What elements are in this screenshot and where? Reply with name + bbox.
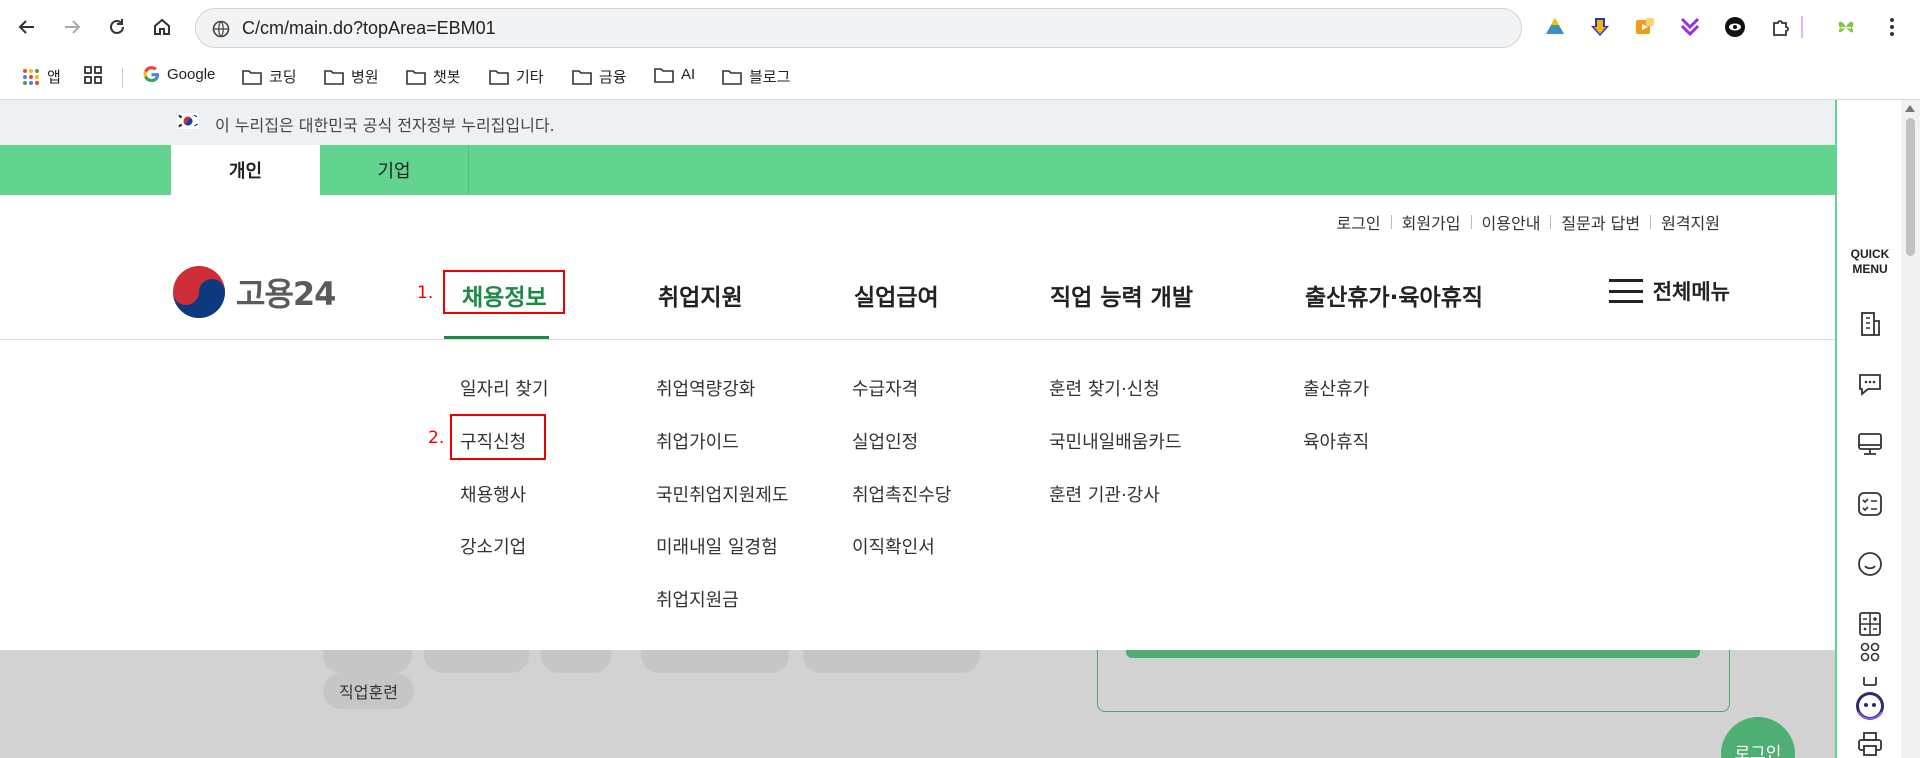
submenu-unemployment-cert[interactable]: 실업인정	[852, 428, 918, 454]
gnb-employment-support[interactable]: 취업지원	[658, 278, 743, 312]
quick-menu: QUICK MENU	[1835, 100, 1901, 758]
forward-icon[interactable]	[57, 12, 87, 42]
logo-text: 고용24	[236, 275, 336, 313]
tab-groups-icon[interactable]	[84, 66, 102, 84]
calculator-icon[interactable]	[1856, 610, 1884, 638]
all-menu-label: 전체메뉴	[1652, 280, 1730, 304]
purple-extension-icon[interactable]	[1677, 14, 1703, 40]
user-type-tabs: 개인 기업	[0, 145, 1835, 195]
reload-icon[interactable]	[102, 12, 132, 42]
bookmark-divider	[122, 68, 123, 88]
submenu-employment-guide[interactable]: 취업가이드	[656, 428, 739, 454]
quick-menu-title: QUICK MENU	[1850, 247, 1890, 276]
bookmark-folder-chatbot[interactable]: 챗봇	[406, 66, 461, 87]
submenu-eligibility[interactable]: 수급자격	[852, 375, 918, 401]
gov-banner-text: 이 누리집은 대한민국 공식 전자정부 누리집입니다.	[215, 116, 555, 135]
bookmark-folder-etc[interactable]: 기타	[489, 66, 544, 87]
bookmark-folder-coding[interactable]: 코딩	[242, 66, 297, 87]
page-scrollbar[interactable]	[1901, 100, 1920, 758]
submenu-job-search[interactable]: 일자리 찾기	[460, 375, 549, 401]
profile-avatar-icon[interactable]	[1833, 14, 1859, 40]
submenu-recruit-event[interactable]: 채용행사	[460, 481, 526, 507]
folder-icon	[324, 69, 344, 85]
submenu-small-giants[interactable]: 강소기업	[460, 533, 526, 559]
tab-company[interactable]: 기업	[320, 145, 469, 195]
folder-icon	[654, 67, 674, 83]
gnb-parental-leave[interactable]: 출산휴가·육아휴직	[1305, 278, 1483, 312]
submenu-maternity-leave[interactable]: 출산휴가	[1303, 375, 1369, 401]
utility-links: 로그인 회원가입 이용안내 질문과 답변 원격지원	[1326, 210, 1730, 234]
drive-extension-icon[interactable]	[1542, 14, 1568, 40]
apps-grid-icon	[23, 68, 39, 85]
url-text: C/cm/main.do?topArea=EBM01	[242, 18, 496, 38]
bookmark-folder-ai[interactable]: AI	[654, 66, 695, 83]
remote-support-link[interactable]: 원격지원	[1651, 210, 1730, 234]
bookmarks-bar: 앱 Google 코딩 병원 챗봇 기타 금융 AI 블로그	[0, 56, 1920, 100]
bookmark-folder-hospital[interactable]: 병원	[324, 66, 379, 87]
site-logo[interactable]: 고용24	[172, 265, 336, 319]
folder-icon	[722, 69, 742, 85]
address-bar[interactable]: C/cm/main.do?topArea=EBM01	[195, 8, 1522, 48]
login-link[interactable]: 로그인	[1326, 210, 1390, 234]
download-extension-icon[interactable]	[1587, 14, 1613, 40]
scroll-thumb[interactable]	[1906, 118, 1915, 256]
home-icon[interactable]	[147, 12, 177, 42]
submenu-employment-subsidy[interactable]: 취업지원금	[656, 586, 739, 612]
bookmark-google[interactable]: Google	[143, 66, 215, 83]
monitor-icon[interactable]	[1856, 430, 1884, 458]
folder-icon	[572, 69, 592, 85]
taegeuk-logo-icon	[173, 266, 225, 318]
usage-guide-link[interactable]: 이용안내	[1472, 210, 1551, 234]
chatbot-icon[interactable]	[1854, 690, 1886, 722]
smile-icon[interactable]	[1856, 550, 1884, 578]
browser-toolbar: C/cm/main.do?topArea=EBM01	[0, 0, 1920, 56]
chat-icon[interactable]	[1856, 370, 1884, 398]
gnb-recruitment-info[interactable]: 채용정보	[462, 278, 547, 312]
all-menu-button[interactable]: 전체메뉴	[1608, 276, 1730, 306]
bookmark-apps[interactable]: 앱	[22, 66, 61, 87]
step-number-2: 2.	[428, 428, 445, 448]
checklist-icon[interactable]	[1856, 490, 1884, 518]
submenu-training-institution[interactable]: 훈련 기관·강사	[1049, 481, 1160, 507]
tag-pill-training[interactable]: 직업훈련	[323, 673, 414, 709]
korea-flag-icon	[176, 112, 200, 130]
bookmark-folder-finance[interactable]: 금융	[572, 66, 627, 87]
submenu-national-employment-support[interactable]: 국민취업지원제도	[656, 481, 788, 507]
back-icon[interactable]	[12, 12, 42, 42]
folder-icon	[489, 69, 509, 85]
person-icon[interactable]	[1856, 665, 1884, 693]
step-number-1: 1.	[417, 283, 434, 303]
folder-icon	[406, 69, 426, 85]
building-icon[interactable]	[1856, 310, 1884, 338]
web-page: 이 누리집은 대한민국 공식 전자정부 누리집입니다. 개인 기업 로그인 회원…	[0, 100, 1835, 758]
folder-icon	[242, 69, 262, 85]
submenu-learning-card[interactable]: 국민내일배움카드	[1049, 428, 1181, 454]
print-icon[interactable]	[1856, 730, 1884, 758]
mega-menu: 2. 일자리 찾기 구직신청 채용행사 강소기업 취업역량강화 취업가이드 국민…	[0, 340, 1835, 650]
submenu-parental-leave[interactable]: 육아휴직	[1303, 428, 1369, 454]
eye-extension-icon[interactable]	[1722, 14, 1748, 40]
submenu-work-experience[interactable]: 미래내일 일경험	[656, 533, 778, 559]
gnb-unemployment-benefit[interactable]: 실업급여	[854, 278, 939, 312]
qna-link[interactable]: 질문과 답변	[1551, 210, 1650, 234]
submenu-training-search[interactable]: 훈련 찾기·신청	[1049, 375, 1160, 401]
signup-link[interactable]: 회원가입	[1392, 210, 1471, 234]
video-extension-icon[interactable]	[1632, 14, 1658, 40]
gnb-job-skills[interactable]: 직업 능력 개발	[1050, 278, 1193, 312]
google-icon	[143, 66, 160, 83]
scroll-up-icon[interactable]	[1905, 105, 1915, 112]
extensions-puzzle-icon[interactable]	[1768, 14, 1794, 40]
tab-personal[interactable]: 개인	[171, 145, 320, 195]
gov-banner: 이 누리집은 대한민국 공식 전자정부 누리집입니다.	[0, 100, 1835, 145]
submenu-promotion-allowance[interactable]: 취업촉진수당	[852, 481, 951, 507]
site-info-icon[interactable]	[210, 18, 232, 40]
toolbar-divider	[1801, 16, 1803, 38]
submenu-capability[interactable]: 취업역량강화	[656, 375, 755, 401]
hamburger-icon	[1608, 279, 1643, 303]
bookmark-folder-blog[interactable]: 블로그	[722, 66, 790, 87]
more-menu-icon[interactable]	[1879, 14, 1905, 40]
highlight-box-2	[450, 414, 546, 460]
app-grid-icon[interactable]	[1856, 638, 1884, 666]
submenu-separation-cert[interactable]: 이직확인서	[852, 533, 935, 559]
